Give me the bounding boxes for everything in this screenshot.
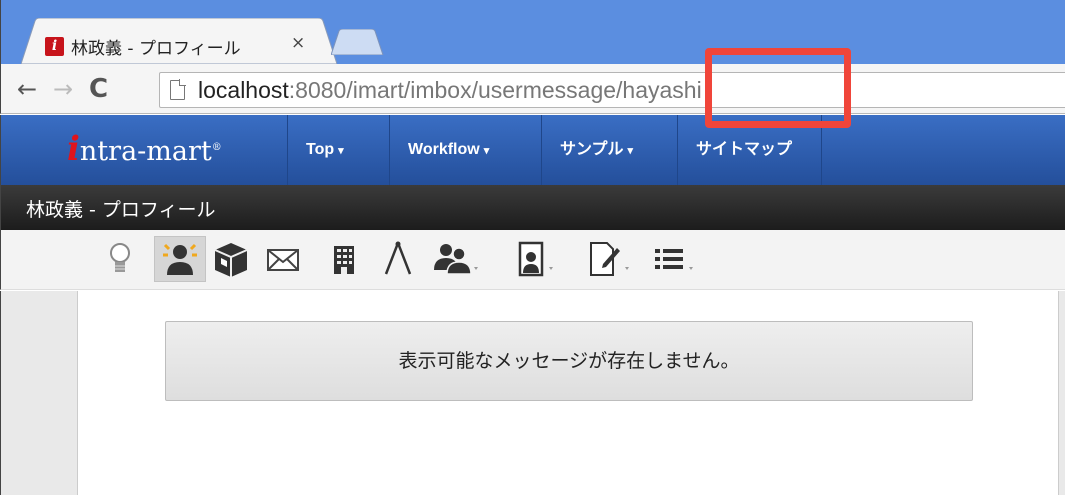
favicon-icon: i xyxy=(45,37,64,56)
menu-top[interactable]: Top ▾ xyxy=(287,115,389,185)
menu-label: Workflow xyxy=(408,141,480,158)
forward-arrow-icon[interactable]: → xyxy=(53,75,73,103)
chevron-down-icon: ▾ xyxy=(338,145,344,157)
url-text: localhost:8080/imart/imbox/usermessage/h… xyxy=(198,75,702,105)
document-edit-icon[interactable] xyxy=(583,236,639,282)
logo-initial: i xyxy=(67,129,80,169)
menu-label: サイトマップ xyxy=(696,141,793,158)
chevron-down-icon: ▾ xyxy=(483,145,490,157)
menu-label: Top xyxy=(306,141,335,158)
tab-close-icon[interactable]: × xyxy=(291,33,305,53)
mail-icon[interactable] xyxy=(263,236,303,282)
building-icon[interactable] xyxy=(326,236,362,282)
list-icon[interactable] xyxy=(649,236,705,282)
lightbulb-icon[interactable] xyxy=(105,236,135,282)
address-bar[interactable]: localhost:8080/imart/imbox/usermessage/h… xyxy=(159,72,1065,108)
url-path: :8080/imart/imbox/usermessage/hayashi xyxy=(288,77,702,103)
registered-mark: ® xyxy=(211,142,222,153)
profile-icon[interactable] xyxy=(154,236,206,282)
browser-tab[interactable]: i 林政義 - プロフィール × xyxy=(21,18,337,64)
intra-mart-logo[interactable]: intra-mart® xyxy=(67,129,222,169)
menu-sample[interactable]: サンプル ▾ xyxy=(541,115,677,185)
page-title: 林政義 - プロフィール xyxy=(26,199,216,221)
title-bar: 林政義 - プロフィール xyxy=(0,185,1065,230)
logo-text: ntra-mart xyxy=(79,136,212,167)
browser-toolbar: ← → C localhost:8080/imart/imbox/usermes… xyxy=(0,64,1065,114)
menu-label: サンプル xyxy=(560,141,624,158)
profile-icon-bar xyxy=(0,230,1065,290)
device-user-icon[interactable] xyxy=(513,236,567,282)
back-arrow-icon[interactable]: ← xyxy=(17,75,37,103)
browser-tab-strip: i 林政義 - プロフィール × xyxy=(0,0,1065,64)
app-header: intra-mart® Top ▾ Workflow ▾ サンプル ▾ サイトマップ xyxy=(0,115,1065,185)
tab-title: 林政義 - プロフィール xyxy=(71,39,241,59)
new-tab-button[interactable] xyxy=(331,29,387,55)
chevron-down-icon: ▾ xyxy=(627,145,634,157)
empty-message: 表示可能なメッセージが存在しません。 xyxy=(165,321,973,401)
box-icon[interactable] xyxy=(209,236,253,282)
message-panel: 表示可能なメッセージが存在しません。 xyxy=(77,291,1059,495)
reload-icon[interactable]: C xyxy=(89,75,108,103)
content-area: 表示可能なメッセージが存在しません。 xyxy=(0,291,1065,495)
compass-icon[interactable] xyxy=(378,236,418,282)
highlight-box xyxy=(705,48,851,128)
users-icon[interactable] xyxy=(426,236,486,282)
menu-workflow[interactable]: Workflow ▾ xyxy=(389,115,541,185)
page-icon xyxy=(170,79,186,100)
url-host: localhost xyxy=(198,77,289,103)
